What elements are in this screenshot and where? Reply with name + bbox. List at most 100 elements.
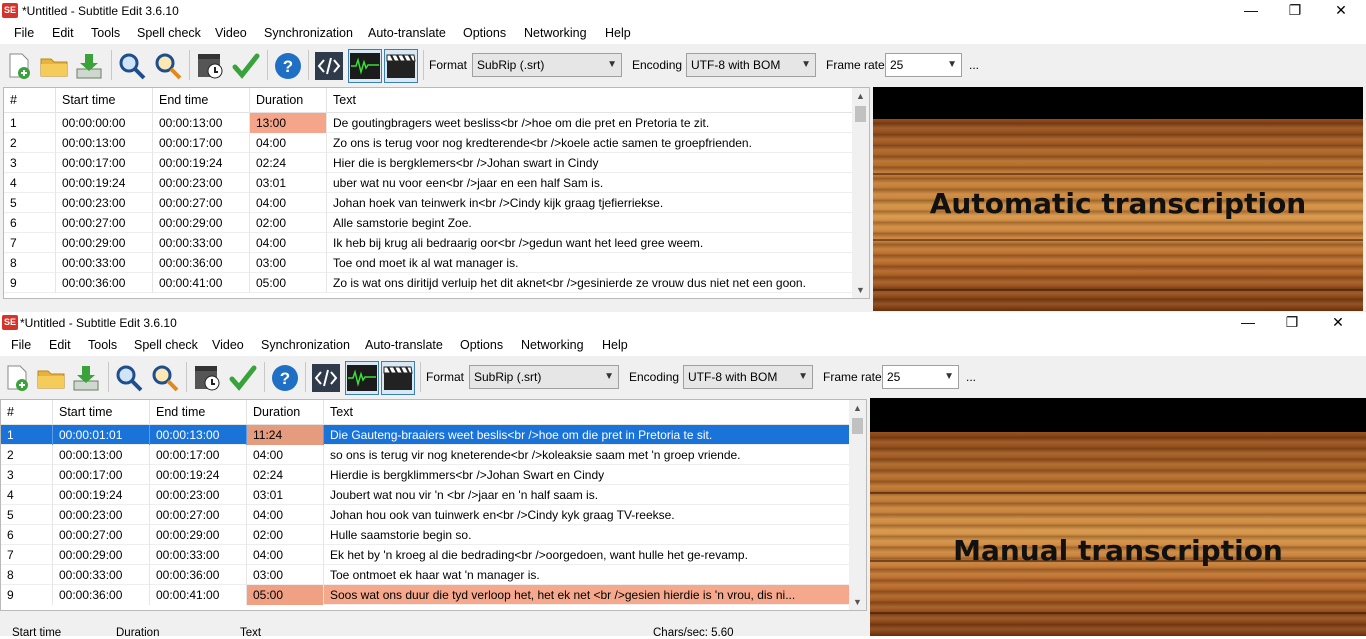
table-row[interactable]: 5 00:00:23:00 00:00:27:00 04:00 Johan ho… <box>4 193 852 213</box>
table-row[interactable]: 2 00:00:13:00 00:00:17:00 04:00 so ons i… <box>1 445 849 465</box>
menu-networking[interactable]: Networking <box>521 338 584 352</box>
open-folder-icon[interactable] <box>37 49 71 83</box>
table-row[interactable]: 9 00:00:36:00 00:00:41:00 05:00 Zo is wa… <box>4 273 852 293</box>
scroll-up-icon[interactable]: ▲ <box>852 88 869 104</box>
column-end-time[interactable]: End time <box>153 88 250 113</box>
grid-scrollbar[interactable]: ▲ ▼ <box>849 400 866 610</box>
encoding-select[interactable]: UTF-8 with BOM ▼ <box>686 53 816 77</box>
grid-header: # Start time End time Duration Text <box>4 88 852 113</box>
minimize-button[interactable]: — <box>1228 0 1274 22</box>
menu-tools[interactable]: Tools <box>88 338 117 352</box>
maximize-button[interactable]: ❐ <box>1272 0 1318 22</box>
new-file-icon[interactable] <box>2 49 36 83</box>
find-icon[interactable] <box>112 361 146 395</box>
table-row[interactable]: 6 00:00:27:00 00:00:29:00 02:00 Alle sam… <box>4 213 852 233</box>
maximize-button[interactable]: ❐ <box>1269 312 1315 334</box>
menu-options[interactable]: Options <box>463 26 506 40</box>
column-number[interactable]: # <box>1 400 53 425</box>
table-row[interactable]: 4 00:00:19:24 00:00:23:00 03:01 Joubert … <box>1 485 849 505</box>
more-options[interactable]: ... <box>969 58 979 72</box>
column-end-time[interactable]: End time <box>150 400 247 425</box>
menu-file[interactable]: File <box>11 338 31 352</box>
menu-networking[interactable]: Networking <box>524 26 587 40</box>
help-icon[interactable]: ? <box>271 49 305 83</box>
new-file-icon[interactable] <box>0 361 34 395</box>
table-row-selected[interactable]: 1 00:00:01:01 00:00:13:00 11:24 Die Gaut… <box>1 425 849 445</box>
more-options[interactable]: ... <box>966 370 976 384</box>
spell-check-icon[interactable] <box>226 361 260 395</box>
table-row[interactable]: 3 00:00:17:00 00:00:19:24 02:24 Hier die… <box>4 153 852 173</box>
menu-spell-check[interactable]: Spell check <box>137 26 201 40</box>
table-row[interactable]: 7 00:00:29:00 00:00:33:00 04:00 Ik heb b… <box>4 233 852 253</box>
replace-icon[interactable] <box>148 361 182 395</box>
table-row[interactable]: 1 00:00:00:00 00:00:13:00 13:00 De gouti… <box>4 113 852 133</box>
visual-sync-icon[interactable] <box>190 361 224 395</box>
menu-video[interactable]: Video <box>215 26 247 40</box>
table-row[interactable]: 8 00:00:33:00 00:00:36:00 03:00 Toe ontm… <box>1 565 849 585</box>
column-duration[interactable]: Duration <box>250 88 327 113</box>
download-icon[interactable] <box>69 361 103 395</box>
scroll-down-icon[interactable]: ▼ <box>852 282 869 298</box>
table-row[interactable]: 5 00:00:23:00 00:00:27:00 04:00 Johan ho… <box>1 505 849 525</box>
close-button[interactable]: ✕ <box>1315 312 1361 334</box>
table-row[interactable]: 3 00:00:17:00 00:00:19:24 02:24 Hierdie … <box>1 465 849 485</box>
menu-edit[interactable]: Edit <box>49 338 71 352</box>
cell-text: Toe ond moet ik al wat manager is. <box>333 256 519 270</box>
download-icon[interactable] <box>72 49 106 83</box>
menu-synchronization[interactable]: Synchronization <box>264 26 353 40</box>
column-duration[interactable]: Duration <box>247 400 324 425</box>
menu-help[interactable]: Help <box>605 26 631 40</box>
frame-rate-select[interactable]: 25 ▼ <box>882 365 959 389</box>
menu-spell-check[interactable]: Spell check <box>134 338 198 352</box>
replace-icon[interactable] <box>151 49 185 83</box>
encoding-select[interactable]: UTF-8 with BOM ▼ <box>683 365 813 389</box>
column-text[interactable]: Text <box>324 400 849 425</box>
menu-options[interactable]: Options <box>460 338 503 352</box>
minimize-button[interactable]: — <box>1225 312 1271 334</box>
table-row[interactable]: 7 00:00:29:00 00:00:33:00 04:00 Ek het b… <box>1 545 849 565</box>
menu-tools[interactable]: Tools <box>91 26 120 40</box>
table-row[interactable]: 2 00:00:13:00 00:00:17:00 04:00 Zo ons i… <box>4 133 852 153</box>
close-button[interactable]: ✕ <box>1318 0 1364 22</box>
table-row-warning[interactable]: 9 00:00:36:00 00:00:41:00 05:00 Soos wat… <box>1 585 849 605</box>
menu-file[interactable]: File <box>14 26 34 40</box>
video-player[interactable]: Manual transcription <box>870 398 1366 636</box>
video-icon[interactable] <box>384 49 418 83</box>
column-start-time[interactable]: Start time <box>53 400 150 425</box>
menu-video[interactable]: Video <box>212 338 244 352</box>
scroll-down-icon[interactable]: ▼ <box>849 594 866 610</box>
waveform-icon[interactable] <box>348 49 382 83</box>
source-view-icon[interactable] <box>309 361 343 395</box>
waveform-icon[interactable] <box>345 361 379 395</box>
visual-sync-icon[interactable] <box>193 49 227 83</box>
grid-scrollbar[interactable]: ▲ ▼ <box>852 88 869 298</box>
source-view-icon[interactable] <box>312 49 346 83</box>
spell-check-icon[interactable] <box>229 49 263 83</box>
frame-rate-select[interactable]: 25 ▼ <box>885 53 962 77</box>
menu-help[interactable]: Help <box>602 338 628 352</box>
video-player[interactable]: Automatic transcription <box>873 87 1363 311</box>
column-number[interactable]: # <box>4 88 56 113</box>
table-row[interactable]: 8 00:00:33:00 00:00:36:00 03:00 Toe ond … <box>4 253 852 273</box>
help-icon[interactable]: ? <box>268 361 302 395</box>
open-folder-icon[interactable] <box>34 361 68 395</box>
column-text[interactable]: Text <box>327 88 852 113</box>
menu-bar: File Edit Tools Spell check Video Synchr… <box>0 334 1366 356</box>
format-select[interactable]: SubRip (.srt) ▼ <box>472 53 622 77</box>
scroll-thumb[interactable] <box>855 106 866 122</box>
menu-auto-translate[interactable]: Auto-translate <box>368 26 446 40</box>
cell-end-time: 00:00:29:00 <box>150 525 247 545</box>
menu-edit[interactable]: Edit <box>52 26 74 40</box>
scroll-thumb[interactable] <box>852 418 863 434</box>
menu-auto-translate[interactable]: Auto-translate <box>365 338 443 352</box>
column-start-time[interactable]: Start time <box>56 88 153 113</box>
find-icon[interactable] <box>115 49 149 83</box>
subtitle-grid[interactable]: # Start time End time Duration Text 1 00… <box>0 399 867 611</box>
format-select[interactable]: SubRip (.srt) ▼ <box>469 365 619 389</box>
scroll-up-icon[interactable]: ▲ <box>849 400 866 416</box>
table-row[interactable]: 6 00:00:27:00 00:00:29:00 02:00 Hulle sa… <box>1 525 849 545</box>
table-row[interactable]: 4 00:00:19:24 00:00:23:00 03:01 uber wat… <box>4 173 852 193</box>
subtitle-grid[interactable]: # Start time End time Duration Text 1 00… <box>3 87 870 299</box>
video-icon[interactable] <box>381 361 415 395</box>
menu-synchronization[interactable]: Synchronization <box>261 338 350 352</box>
